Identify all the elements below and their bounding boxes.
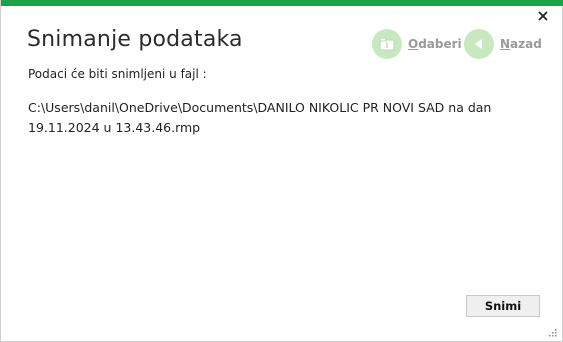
close-icon[interactable]: [536, 9, 550, 23]
back-arrow-icon: [464, 29, 494, 59]
folder-icon: [372, 29, 402, 59]
choose-label: Odaberi: [408, 37, 462, 51]
save-data-dialog: Snimanje podataka Odaberi Nazad Podaci ć…: [0, 0, 563, 342]
dialog-title: Snimanje podataka: [27, 27, 243, 52]
back-button[interactable]: Nazad: [464, 29, 542, 59]
back-label: Nazad: [500, 37, 542, 51]
window-accent-bar: [1, 0, 563, 6]
resize-grip-icon[interactable]: [547, 327, 557, 337]
file-path-text: C:\Users\danil\OneDrive\Documents\DANILO…: [28, 100, 492, 135]
save-button[interactable]: Snimi: [466, 295, 540, 317]
save-info-label: Podaci će biti snimljeni u fajl :: [28, 67, 207, 81]
choose-button[interactable]: Odaberi: [372, 29, 462, 59]
